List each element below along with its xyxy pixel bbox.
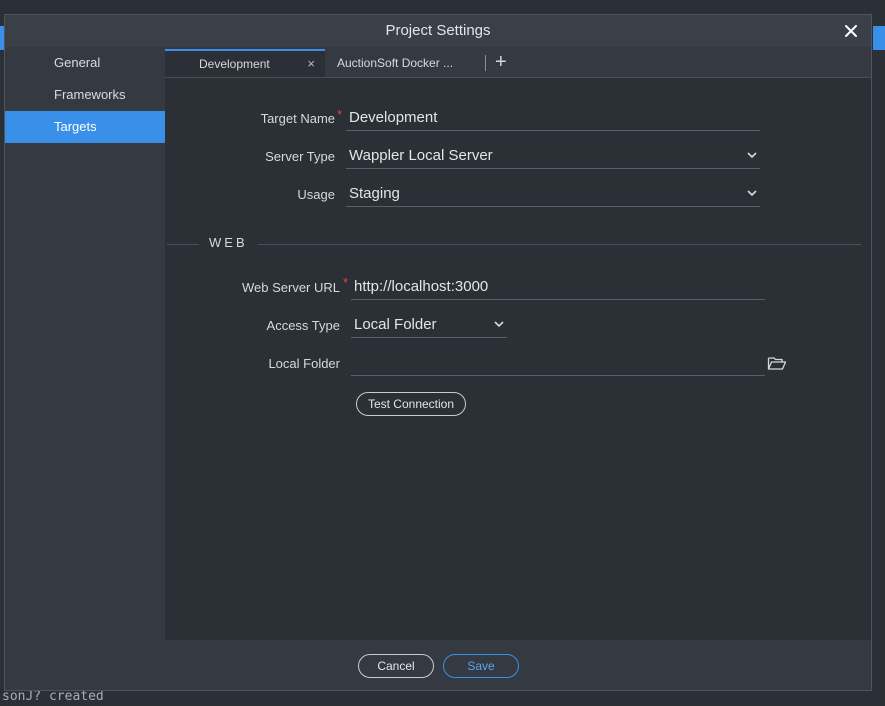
target-name-label: Target Name <box>260 111 335 126</box>
chevron-down-icon <box>747 190 757 197</box>
dialog-titlebar: Project Settings <box>5 15 871 47</box>
usage-value: Staging <box>349 185 400 202</box>
test-connection-button[interactable]: Test Connection <box>356 392 466 416</box>
cancel-button[interactable]: Cancel <box>358 654 434 678</box>
background-window-top <box>0 0 885 14</box>
access-type-select[interactable]: Local Folder <box>351 314 507 338</box>
usage-label: Usage <box>297 187 335 202</box>
web-server-url-label: Web Server URL <box>241 280 340 295</box>
web-section-title: WEB <box>209 235 248 250</box>
tab-development[interactable]: Development × <box>165 49 325 77</box>
sidebar-item-targets[interactable]: Targets <box>5 111 165 143</box>
web-server-url-input[interactable]: http://localhost:3000 <box>351 276 765 300</box>
tab-divider <box>485 55 486 71</box>
dialog-footer: Cancel Save <box>5 640 871 690</box>
tab-label: Development <box>199 57 270 71</box>
server-type-label: Server Type <box>265 149 335 164</box>
targets-panel: Development × AuctionSoft Docker ... + T… <box>165 47 871 640</box>
sidebar-item-frameworks[interactable]: Frameworks <box>5 79 165 111</box>
background-accent-right <box>873 26 885 50</box>
server-type-select[interactable]: Wappler Local Server <box>346 145 760 169</box>
chevron-down-icon <box>494 321 504 328</box>
tab-label: AuctionSoft Docker ... <box>337 56 454 70</box>
access-type-value: Local Folder <box>354 316 437 333</box>
local-folder-label: Local Folder <box>268 356 340 371</box>
sidebar-item-general[interactable]: General <box>5 47 165 79</box>
close-icon[interactable] <box>841 15 861 47</box>
tab-auctionsoft-docker[interactable]: AuctionSoft Docker ... <box>337 49 477 77</box>
usage-select[interactable]: Staging <box>346 183 760 207</box>
local-folder-input[interactable] <box>351 352 765 376</box>
section-divider-right <box>258 244 861 245</box>
project-settings-dialog: Project Settings General Frameworks Targ… <box>4 14 872 691</box>
save-button[interactable]: Save <box>443 654 519 678</box>
section-divider-left <box>167 244 199 245</box>
server-type-value: Wappler Local Server <box>349 147 493 164</box>
dialog-title: Project Settings <box>385 22 491 39</box>
target-name-input[interactable]: Development <box>346 107 760 131</box>
tab-close-icon[interactable]: × <box>307 51 315 77</box>
required-mark: * <box>337 107 343 122</box>
required-mark: * <box>343 275 349 290</box>
chevron-down-icon <box>747 152 757 159</box>
folder-open-icon[interactable] <box>767 355 787 371</box>
target-tabbar: Development × AuctionSoft Docker ... + <box>165 47 871 78</box>
settings-sidebar: General Frameworks Targets <box>5 47 165 653</box>
access-type-label: Access Type <box>266 318 340 333</box>
plus-icon[interactable]: + <box>495 49 507 77</box>
